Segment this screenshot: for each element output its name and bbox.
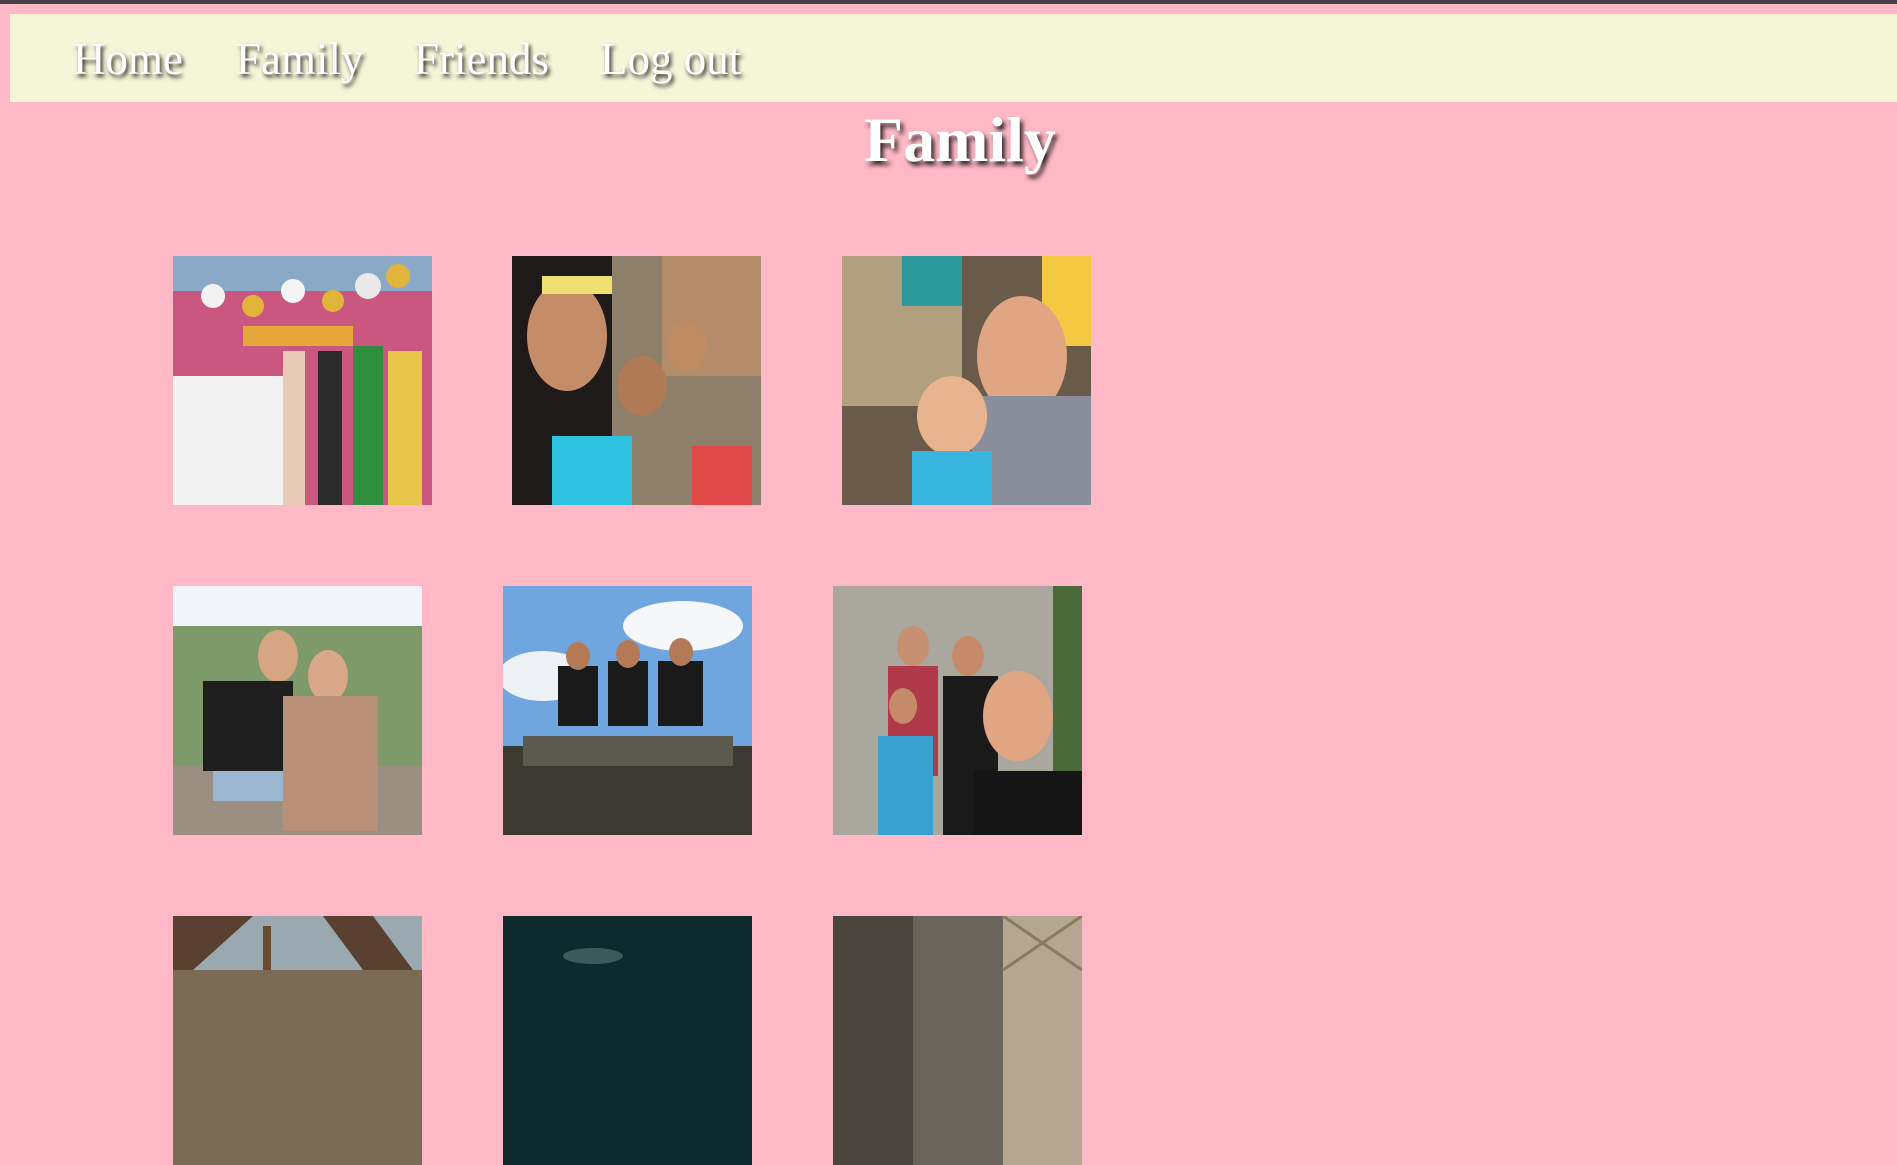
nav-link-family[interactable]: Family [236,32,364,86]
photo-birthday-party[interactable] [173,256,432,505]
photo-roof-beams[interactable] [173,916,422,1165]
nav-link-home[interactable]: Home [73,32,183,86]
photo-dark-scene[interactable] [503,916,752,1165]
nav-link-friends[interactable]: Friends [414,32,549,86]
window-top-border [0,0,1897,4]
nav-link-logout[interactable]: Log out [600,32,741,86]
photo-family-by-wall[interactable] [833,586,1082,835]
photo-children-selfie[interactable] [512,256,761,505]
photo-mother-toddler[interactable] [842,256,1091,505]
photo-three-women-bench[interactable] [503,586,752,835]
photo-wooden-house[interactable] [833,916,1082,1165]
page-title: Family [864,104,1056,175]
nav-bar: Home Family Friends Log out [10,14,1897,102]
photo-two-women-outdoors[interactable] [173,586,422,835]
